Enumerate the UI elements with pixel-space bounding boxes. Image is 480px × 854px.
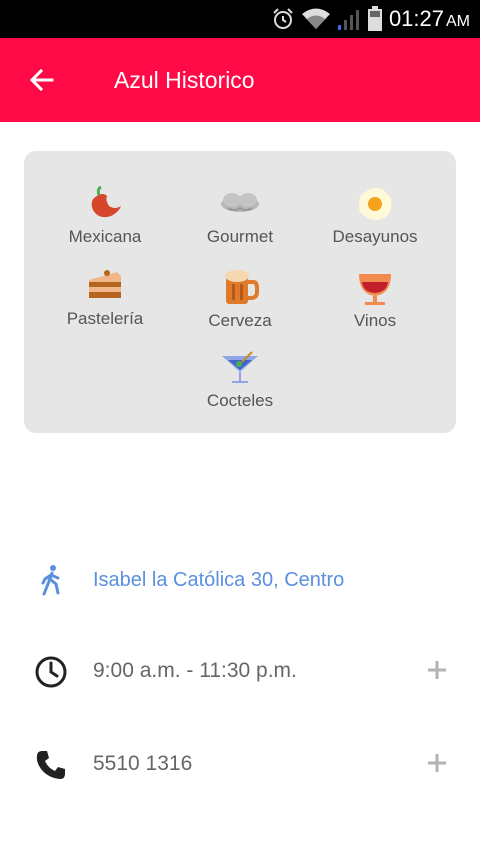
status-ampm: AM <box>446 13 470 30</box>
status-time: 01:27 AM <box>389 6 470 32</box>
battery-icon <box>367 6 382 31</box>
martini-glass-icon <box>222 351 258 383</box>
category-desayunos[interactable]: Desayunos <box>305 186 445 247</box>
status-icons: 01:27 AM <box>271 5 470 33</box>
status-bar: 01:27 AM <box>0 0 480 38</box>
app-bar: Azul Historico <box>0 38 480 122</box>
alarm-icon <box>273 8 293 29</box>
expand-phone-plus-icon[interactable] <box>424 750 450 776</box>
page-title: Azul Historico <box>114 67 255 93</box>
arrow-back-icon <box>29 68 54 92</box>
chef-hat-icon <box>221 193 259 212</box>
chili-pepper-icon <box>91 186 121 218</box>
beer-mug-icon <box>225 270 259 304</box>
walking-person-icon <box>41 565 60 596</box>
category-label: Vinos <box>353 311 397 330</box>
signal-icon <box>337 10 359 30</box>
fried-egg-icon <box>358 187 392 221</box>
wine-glass-icon <box>359 274 391 305</box>
category-label: Mexicana <box>68 227 142 246</box>
phone-icon <box>36 751 65 779</box>
back-button[interactable] <box>26 64 58 96</box>
status-time-value: 01:27 <box>388 6 444 31</box>
address-row[interactable]: Isabel la Católica 30, Centro <box>0 552 480 608</box>
category-gourmet[interactable]: Gourmet <box>170 186 310 247</box>
category-label: Gourmet <box>206 227 274 246</box>
category-label: Desayunos <box>332 227 418 246</box>
cake-slice-icon <box>89 270 121 298</box>
expand-hours-plus-icon[interactable] <box>424 657 450 683</box>
address-link[interactable]: Isabel la Católica 30, Centro <box>93 566 344 594</box>
category-vinos[interactable]: Vinos <box>305 268 445 331</box>
category-card: Mexicana Gourmet Desayunos Pastelería Ce… <box>24 151 456 433</box>
clock-icon <box>35 656 67 688</box>
phone-row[interactable]: 5510 1316 <box>0 736 480 792</box>
category-cerveza[interactable]: Cerveza <box>170 268 310 331</box>
category-label: Cerveza <box>208 311 272 330</box>
category-pasteleria[interactable]: Pastelería <box>35 268 175 329</box>
hours-text: 9:00 a.m. - 11:30 p.m. <box>93 659 297 682</box>
category-cocteles[interactable]: Cocteles <box>170 350 310 411</box>
category-label: Pastelería <box>66 309 144 328</box>
phone-number[interactable]: 5510 1316 <box>93 750 192 778</box>
wifi-icon <box>301 8 330 29</box>
hours-row: 9:00 a.m. - 11:30 p.m. <box>0 643 480 699</box>
category-mexicana[interactable]: Mexicana <box>35 186 175 247</box>
category-label: Cocteles <box>206 391 274 410</box>
